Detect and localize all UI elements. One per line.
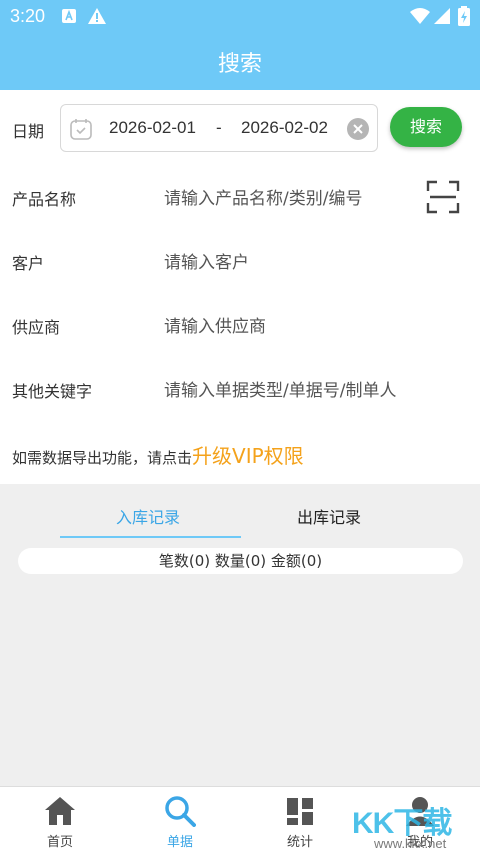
battery-icon [458, 6, 470, 30]
grid-icon [284, 795, 316, 827]
keyword-input[interactable]: 请输入单据类型/单据号/制单人 [164, 376, 396, 401]
nav-home-label: 首页 [46, 835, 73, 850]
title-bar: 搜索 [0, 34, 480, 90]
start-date[interactable]: 2026-02-01 [109, 118, 196, 138]
nav-home[interactable]: 首页 [0, 787, 120, 854]
supplier-label: 供应商 [12, 318, 61, 337]
calendar-icon[interactable] [69, 117, 93, 145]
upgrade-prefix: 如需数据导出功能，请点击 [12, 449, 193, 467]
nav-documents[interactable]: 单据 [120, 787, 240, 854]
status-bar: 3:20 [0, 0, 480, 34]
search-icon [164, 795, 196, 827]
customer-input[interactable]: 请输入客户 [164, 248, 249, 273]
end-date[interactable]: 2026-02-02 [241, 118, 328, 138]
wifi-icon [410, 8, 430, 28]
search-form: 日期 2026-02-01 - 2026-02-02 搜索 产品名称 请输入产品… [0, 90, 480, 484]
warning-icon [88, 8, 106, 28]
nav-statistics-label: 统计 [286, 835, 313, 850]
nav-statistics[interactable]: 统计 [240, 787, 360, 854]
tab-outbound-records[interactable]: 出库记录 [297, 504, 361, 528]
date-label: 日期 [12, 122, 45, 141]
upgrade-vip-link[interactable]: 升级VIP权限 [192, 444, 304, 468]
customer-label: 客户 [12, 254, 45, 273]
watermark-url: www.kkx.net [374, 836, 447, 851]
product-label: 产品名称 [12, 190, 77, 209]
supplier-input[interactable]: 请输入供应商 [164, 312, 266, 337]
active-tab-indicator [60, 536, 241, 538]
search-button[interactable]: 搜索 [390, 107, 462, 147]
signal-icon [434, 8, 450, 28]
nav-documents-label: 单据 [166, 835, 193, 850]
status-time: 3:20 [10, 6, 46, 26]
watermark: KK下载 www.kkx.net [352, 798, 480, 854]
scan-icon[interactable] [426, 180, 460, 218]
records-summary: 笔数(0) 数量(0) 金额(0) [18, 548, 463, 574]
app-notification-icon [62, 8, 76, 27]
record-tabs: 入库记录 出库记录 [0, 484, 480, 540]
clear-date-icon[interactable] [347, 118, 369, 144]
home-icon [44, 795, 76, 827]
tab-inbound-records[interactable]: 入库记录 [116, 504, 180, 528]
product-input[interactable]: 请输入产品名称/类别/编号 [164, 184, 362, 209]
page-title: 搜索 [217, 52, 262, 77]
date-separator: - [216, 118, 222, 137]
date-range-picker[interactable]: 2026-02-01 - 2026-02-02 [60, 104, 378, 152]
keyword-label: 其他关键字 [12, 382, 93, 401]
upgrade-notice: 如需数据导出功能，请点击升级VIP权限 [12, 440, 304, 469]
